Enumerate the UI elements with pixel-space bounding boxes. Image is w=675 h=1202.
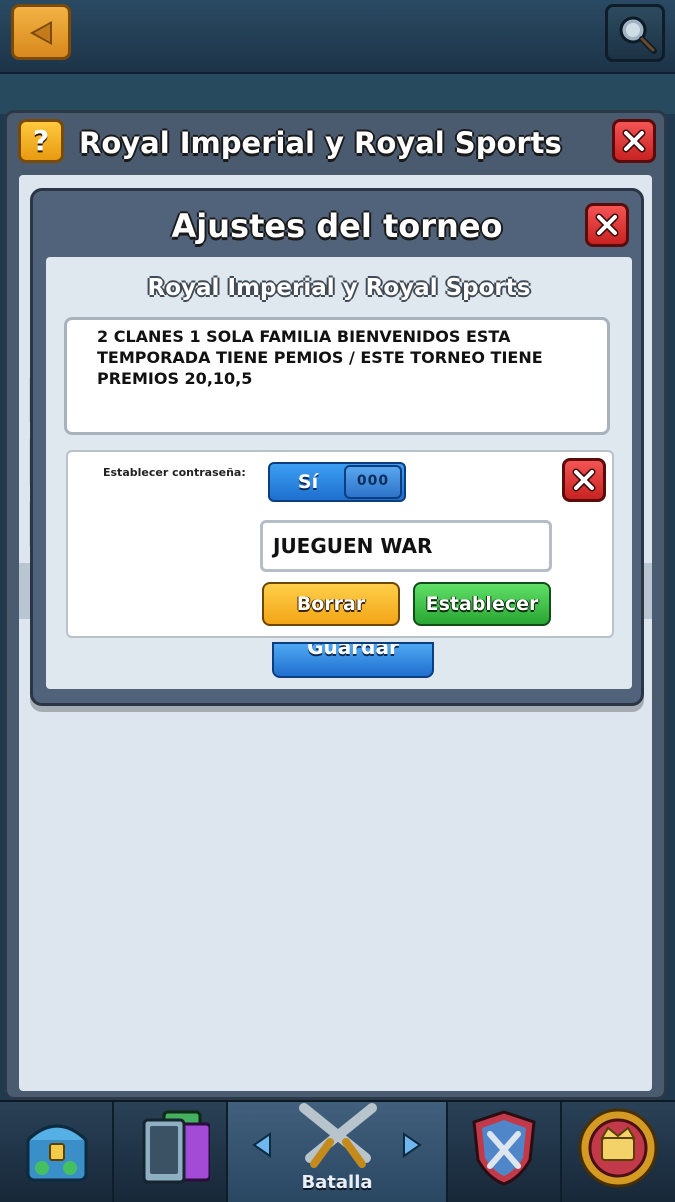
set-password-button[interactable]: Establecer	[413, 582, 551, 626]
password-toggle[interactable]: Sí 000	[268, 462, 406, 502]
password-toggle-knob[interactable]: 000	[344, 465, 402, 499]
back-arrow-icon	[30, 21, 52, 45]
background-strip	[0, 74, 675, 114]
outer-close-button[interactable]	[612, 119, 656, 163]
tournament-name: Royal Imperial y Royal Sports	[147, 275, 531, 301]
tab-cards[interactable]	[114, 1102, 228, 1202]
close-icon	[572, 468, 596, 492]
close-icon	[622, 129, 646, 153]
search-icon	[619, 16, 657, 54]
outer-dialog-title: Royal Imperial y Royal Sports	[79, 126, 562, 160]
crossed-swords-icon	[299, 1103, 377, 1168]
tournament-settings-close-button[interactable]	[585, 203, 629, 247]
password-panel: Establecer contraseña: Sí 000 JUEGUEN WA…	[66, 450, 614, 638]
search-button[interactable]	[605, 4, 665, 62]
cards-icon	[142, 1110, 210, 1184]
tournament-settings-dialog: Ajustes del torneo Royal Imperial y Roya…	[30, 188, 644, 706]
tab-clan[interactable]	[448, 1102, 562, 1202]
clear-password-button[interactable]: Borrar	[262, 582, 400, 626]
password-input[interactable]: JUEGUEN WAR	[260, 520, 552, 572]
back-button[interactable]	[11, 4, 71, 60]
chest-icon	[26, 1124, 88, 1182]
password-close-button[interactable]	[562, 458, 606, 502]
close-icon	[595, 213, 619, 237]
password-label: Establecer contraseña:	[103, 466, 246, 479]
tournament-settings-body: Royal Imperial y Royal Sports 2 CLANES 1…	[46, 257, 632, 689]
tab-tournaments[interactable]	[562, 1102, 675, 1202]
tab-battle-label: Batalla	[301, 1172, 373, 1193]
laurel-crown-icon	[578, 1108, 658, 1188]
bottom-navigation: Batalla	[0, 1100, 675, 1202]
outer-dialog-header: ? Royal Imperial y Royal Sports	[7, 113, 664, 175]
chevron-right-icon	[403, 1132, 422, 1158]
tab-shop[interactable]	[0, 1102, 114, 1202]
chevron-left-icon	[252, 1132, 271, 1158]
tournament-description-field[interactable]: 2 CLANES 1 SOLA FAMILIA BIENVENIDOS ESTA…	[64, 317, 610, 435]
save-button: Guardar	[272, 642, 434, 678]
help-button[interactable]: ?	[18, 119, 64, 163]
top-bar	[0, 0, 675, 74]
tournament-settings-title: Ajustes del torneo	[171, 207, 503, 245]
clan-shield-icon	[472, 1110, 536, 1186]
password-toggle-label: Sí	[297, 471, 319, 493]
tab-battle[interactable]: Batalla	[228, 1102, 448, 1202]
